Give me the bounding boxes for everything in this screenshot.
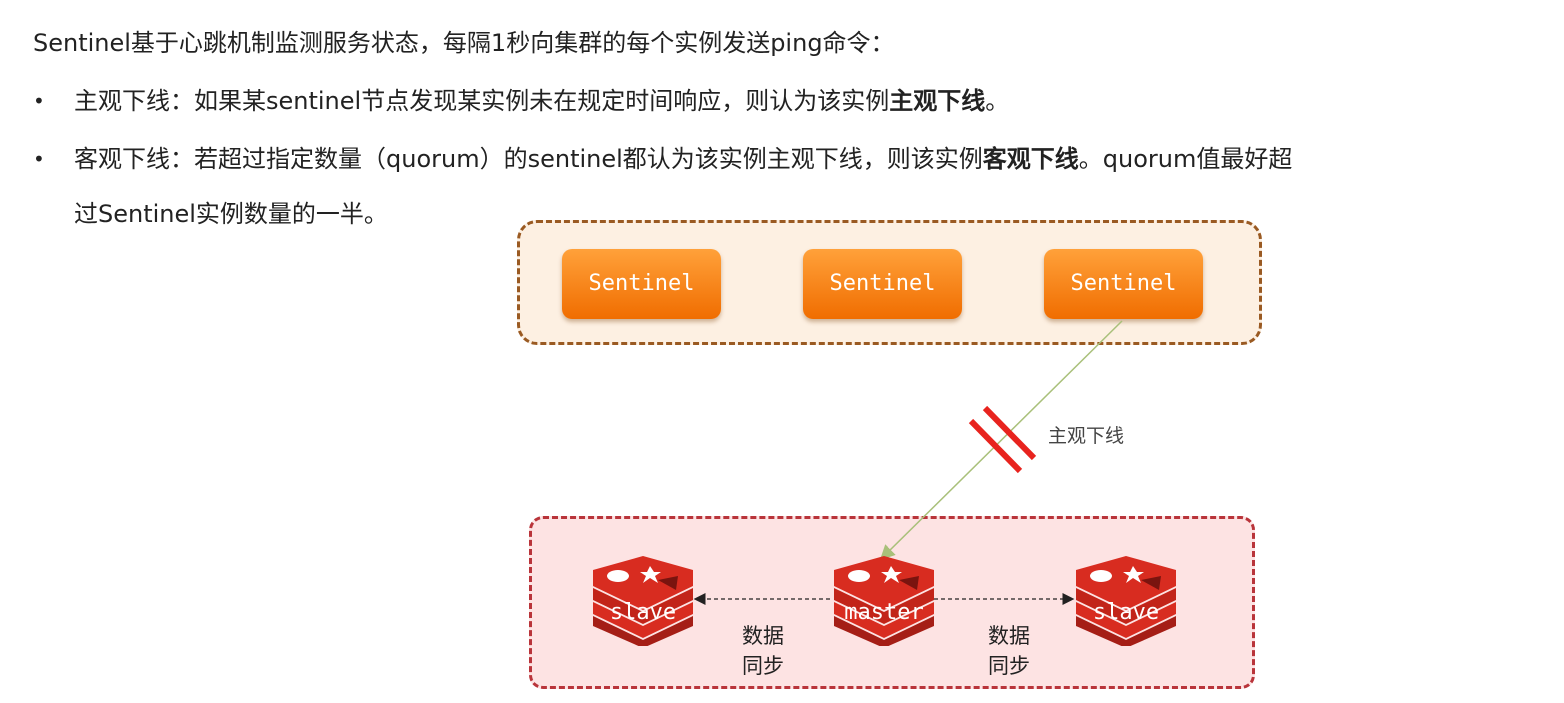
sync-label-line: 同步 bbox=[988, 654, 1030, 678]
redis-master-node: master bbox=[829, 556, 939, 648]
subjective-down-label: 主观下线 bbox=[1048, 425, 1125, 447]
sync-label-left: 数据 同步 bbox=[733, 621, 793, 681]
redis-node-label: slave bbox=[609, 600, 677, 625]
sync-label-right: 数据 同步 bbox=[979, 621, 1039, 681]
sync-label-line: 数据 bbox=[988, 624, 1030, 648]
sync-label-line: 数据 bbox=[742, 624, 784, 648]
redis-slave-node: slave bbox=[1071, 556, 1181, 648]
redis-node-label: master bbox=[844, 600, 924, 625]
sync-label-line: 同步 bbox=[742, 654, 784, 678]
redis-node-label: slave bbox=[1092, 600, 1160, 625]
redis-slave-node: slave bbox=[588, 556, 698, 648]
diagram-connectors bbox=[693, 320, 1123, 605]
